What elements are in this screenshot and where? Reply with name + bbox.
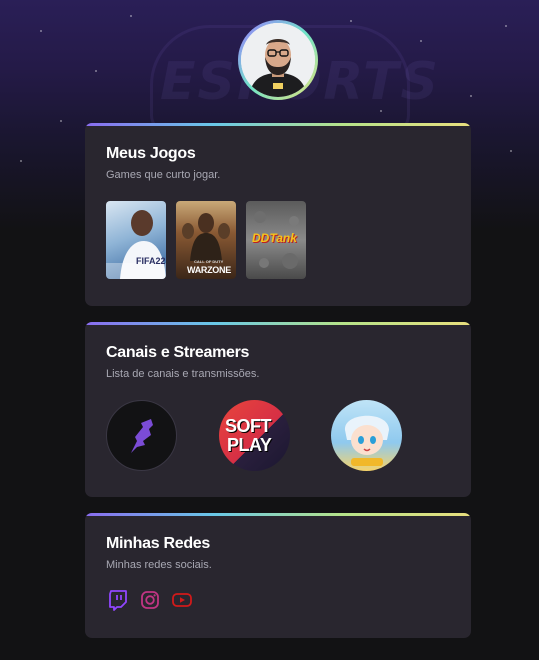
profile-avatar[interactable]: [238, 20, 318, 100]
softplay-logo-line1: SOFT: [225, 416, 272, 436]
purple-splash-logo-icon: [131, 419, 153, 453]
avatar: [241, 23, 315, 97]
social-card-subtitle: Minhas redes sociais.: [106, 559, 212, 571]
game-fifa22-logo: FIFA22: [136, 256, 166, 266]
youtube-icon[interactable]: [171, 589, 193, 611]
anime-character-icon: [344, 415, 389, 466]
streamers-card: Canais e Streamers Lista de canais e tra…: [85, 322, 471, 497]
game-ddtank-logo: DDTank: [252, 231, 297, 245]
social-card-title: Minhas Redes: [106, 535, 210, 552]
twitch-icon[interactable]: [107, 589, 129, 611]
channel-3-avatar[interactable]: [331, 400, 402, 471]
streamers-card-subtitle: Lista de canais e transmissões.: [106, 368, 260, 380]
channel-softplay-avatar[interactable]: SOFT PLAY: [219, 400, 290, 471]
games-card-title: Meus Jogos: [106, 145, 196, 162]
games-card-subtitle: Games que curto jogar.: [106, 169, 221, 181]
game-warzone[interactable]: CALL OF DUTY WARZONE: [176, 201, 236, 279]
game-warzone-logo: WARZONE: [187, 265, 231, 275]
softplay-logo-line2: PLAY: [227, 435, 272, 455]
streamers-card-title: Canais e Streamers: [106, 344, 250, 361]
game-warzone-logo-top: CALL OF DUTY: [194, 259, 224, 264]
channel-1-avatar[interactable]: [106, 400, 177, 471]
person-portrait-icon: [241, 23, 315, 97]
social-card: Minhas Redes Minhas redes sociais.: [85, 513, 471, 638]
instagram-icon[interactable]: [139, 589, 161, 611]
game-fifa22[interactable]: FIFA22: [106, 201, 166, 279]
games-card: Meus Jogos Games que curto jogar. FIFA22…: [85, 123, 471, 306]
game-ddtank[interactable]: DDTank: [246, 201, 306, 279]
fifa-player-art-icon: [106, 210, 166, 279]
